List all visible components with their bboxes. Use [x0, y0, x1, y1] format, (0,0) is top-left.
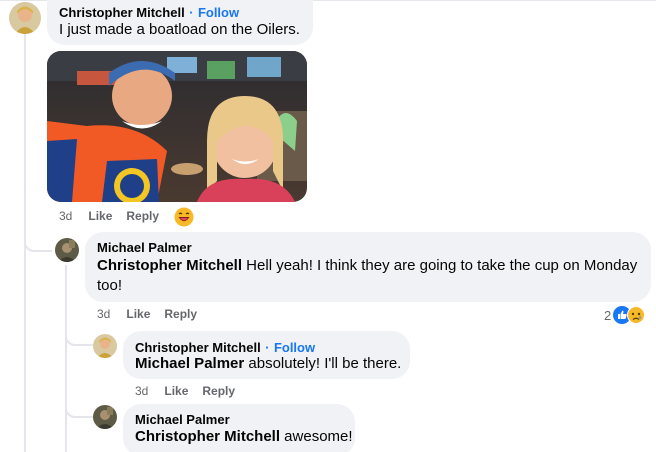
- mention-link[interactable]: Michael Palmer: [135, 355, 244, 372]
- comment-author[interactable]: Christopher Mitchell: [135, 340, 261, 355]
- comment-body: awesome!: [280, 428, 353, 445]
- like-button[interactable]: Like: [88, 209, 112, 223]
- mention-link[interactable]: Christopher Mitchell: [97, 257, 242, 274]
- comment-text: Christopher Mitchell Hell yeah! I think …: [97, 256, 642, 296]
- comment-actions: 3d Like Reply: [59, 209, 173, 223]
- separator-dot: ·: [265, 340, 270, 355]
- thread-connector: [65, 320, 93, 346]
- comment-time[interactable]: 3d: [59, 209, 72, 223]
- like-button[interactable]: Like: [164, 384, 188, 398]
- avatar[interactable]: [55, 238, 79, 262]
- comment-text: Michael Palmer absolutely! I'll be there…: [135, 354, 401, 374]
- like-button[interactable]: Like: [126, 307, 150, 321]
- reaction-count: 2: [604, 307, 612, 323]
- avatar[interactable]: [93, 334, 117, 358]
- reaction-summary[interactable]: 2: [604, 306, 646, 324]
- sad-emoji-icon: [627, 306, 646, 324]
- comment-bubble: Christopher Mitchell · Follow Michael Pa…: [123, 331, 410, 379]
- follow-button[interactable]: Follow: [274, 340, 315, 355]
- comment-author[interactable]: Christopher Mitchell: [59, 5, 185, 20]
- comment-text: Christopher Mitchell awesome!: [135, 427, 353, 447]
- comment-time[interactable]: 3d: [135, 384, 148, 398]
- laughing-emoji-icon[interactable]: [174, 207, 194, 227]
- avatar[interactable]: [93, 405, 117, 429]
- comment-author[interactable]: Michael Palmer: [135, 412, 230, 427]
- comment-actions: 3d Like Reply: [135, 384, 249, 398]
- thread-line: [65, 265, 67, 452]
- reply-button[interactable]: Reply: [164, 307, 197, 321]
- comment-photo[interactable]: [47, 51, 307, 202]
- thread-connector: [65, 390, 93, 418]
- follow-button[interactable]: Follow: [198, 5, 239, 20]
- comment-bubble: Christopher Mitchell · Follow I just mad…: [47, 0, 313, 45]
- comment-time[interactable]: 3d: [97, 307, 110, 321]
- comment-bubble: Michael Palmer Christopher Mitchell Hell…: [85, 232, 651, 302]
- comment-text: I just made a boatload on the Oilers.: [59, 21, 300, 38]
- reply-button[interactable]: Reply: [202, 384, 235, 398]
- separator-dot: ·: [189, 5, 194, 20]
- avatar[interactable]: [9, 2, 41, 34]
- comment-bubble: Michael Palmer Christopher Mitchell awes…: [123, 404, 355, 452]
- reply-button[interactable]: Reply: [126, 209, 159, 223]
- comment-actions: 3d Like Reply: [97, 307, 211, 321]
- comment-author[interactable]: Michael Palmer: [97, 240, 192, 255]
- comment-body: absolutely! I'll be there.: [244, 355, 402, 372]
- mention-link[interactable]: Christopher Mitchell: [135, 428, 280, 445]
- thread-connector: [24, 220, 52, 252]
